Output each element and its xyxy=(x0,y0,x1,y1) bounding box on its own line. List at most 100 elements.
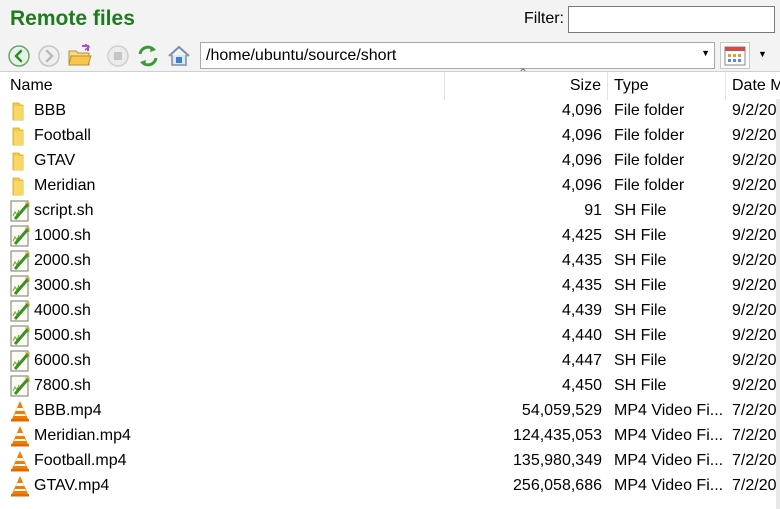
script-icon xyxy=(9,225,31,247)
file-row[interactable]: script.sh 91 SH File 9/2/20 xyxy=(0,199,780,224)
file-size: 4,096 xyxy=(561,177,602,194)
file-type: MP4 Video Fi... xyxy=(614,477,722,494)
file-type: MP4 Video Fi... xyxy=(614,427,722,444)
file-row[interactable]: GTAV 4,096 File folder 9/2/20 xyxy=(0,149,780,174)
file-type: SH File xyxy=(614,202,667,219)
file-row[interactable]: GTAV.mp4 256,058,686 MP4 Video Fi... 7/2/20 xyxy=(0,474,780,499)
file-name: Meridian xyxy=(34,177,96,194)
file-name: 6000.sh xyxy=(34,352,91,369)
refresh-icon xyxy=(138,45,158,67)
file-type: File folder xyxy=(614,177,685,194)
file-date: 9/2/20 xyxy=(732,227,776,244)
file-date: 9/2/20 xyxy=(732,177,776,194)
forward-icon xyxy=(38,45,60,67)
file-row[interactable]: Meridian.mp4 124,435,053 MP4 Video Fi... 7/… xyxy=(0,424,780,449)
file-row[interactable]: 6000.sh 4,447 SH File 9/2/20 xyxy=(0,349,780,374)
file-row[interactable]: 1000.sh 4,425 SH File 9/2/20 xyxy=(0,224,780,249)
file-size: 4,447 xyxy=(561,352,602,369)
file-type: SH File xyxy=(614,252,667,269)
file-row[interactable]: Football.mp4 135,980,349 MP4 Video Fi... 7/… xyxy=(0,449,780,474)
home-button[interactable] xyxy=(165,42,193,70)
panel-header: Remote files Filter: xyxy=(0,0,780,40)
vertical-scrollbar[interactable] xyxy=(776,99,780,509)
file-size: 124,435,053 xyxy=(513,427,602,444)
vlc-cone-icon xyxy=(9,400,31,422)
file-date: 9/2/20 xyxy=(732,302,776,319)
file-name: GTAV xyxy=(34,152,76,169)
forward-button[interactable] xyxy=(35,42,63,70)
file-type: SH File xyxy=(614,352,667,369)
folder-open-icon xyxy=(68,44,92,66)
filter-label: Filter: xyxy=(524,10,564,27)
file-size: 4,096 xyxy=(561,127,602,144)
column-size-header[interactable]: Size xyxy=(445,72,608,100)
file-size: 4,439 xyxy=(561,302,602,319)
file-row[interactable]: 7800.sh 4,450 SH File 9/2/20 xyxy=(0,374,780,399)
file-size: 4,440 xyxy=(561,327,602,344)
path-combobox[interactable]: /home/ubuntu/source/short ▼ xyxy=(200,42,715,69)
file-type: SH File xyxy=(614,277,667,294)
path-value: /home/ubuntu/source/short xyxy=(206,47,397,64)
file-row[interactable]: Football 4,096 File folder 9/2/20 xyxy=(0,124,780,149)
chevron-down-icon[interactable]: ▼ xyxy=(701,48,710,58)
stop-button[interactable] xyxy=(104,42,132,70)
file-row[interactable]: BBB 4,096 File folder 9/2/20 xyxy=(0,99,780,124)
back-icon xyxy=(8,45,30,67)
file-date: 9/2/20 xyxy=(732,127,776,144)
file-row[interactable]: BBB.mp4 54,059,529 MP4 Video Fi... 7/2/20 xyxy=(0,399,780,424)
file-date: 9/2/20 xyxy=(732,202,776,219)
file-type: MP4 Video Fi... xyxy=(614,402,722,419)
file-size: 135,980,349 xyxy=(513,452,602,469)
file-date: 9/2/20, xyxy=(732,327,776,344)
file-row[interactable]: 5000.sh 4,440 SH File 9/2/20, xyxy=(0,324,780,349)
column-date-header[interactable]: Date M xyxy=(726,72,780,100)
file-name: 2000.sh xyxy=(34,252,91,269)
vlc-cone-icon xyxy=(9,425,31,447)
file-date: 9/2/20 xyxy=(732,152,776,169)
file-date: 9/2/20 xyxy=(732,277,776,294)
file-size: 4,096 xyxy=(561,102,602,119)
script-icon xyxy=(9,275,31,297)
file-size: 4,435 xyxy=(561,252,602,269)
script-icon xyxy=(9,200,31,222)
file-list[interactable]: BBB 4,096 File folder 9/2/20 Football 4,096 Fi… xyxy=(0,99,780,499)
file-name: 3000.sh xyxy=(34,277,91,294)
folder-icon xyxy=(9,175,31,197)
file-row[interactable]: 3000.sh 4,435 SH File 9/2/20 xyxy=(0,274,780,299)
file-name: script.sh xyxy=(34,202,94,219)
file-size: 4,096 xyxy=(561,152,602,169)
folder-icon xyxy=(9,150,31,172)
file-name: BBB xyxy=(34,102,67,119)
panel-title: Remote files xyxy=(10,7,135,30)
script-icon xyxy=(9,325,31,347)
file-date: 9/2/20 xyxy=(732,102,776,119)
file-date: 7/2/20 xyxy=(732,477,776,494)
open-folder-button[interactable] xyxy=(66,42,94,70)
refresh-button[interactable] xyxy=(134,42,162,70)
file-name: BBB.mp4 xyxy=(34,402,102,419)
file-name: Meridian.mp4 xyxy=(34,427,131,444)
column-type-header[interactable]: Type xyxy=(608,72,726,100)
file-size: 91 xyxy=(584,202,602,219)
file-name: 4000.sh xyxy=(34,302,91,319)
file-row[interactable]: 4000.sh 4,439 SH File 9/2/20 xyxy=(0,299,780,324)
file-name: 7800.sh xyxy=(34,377,91,394)
folder-icon xyxy=(9,100,31,122)
script-icon xyxy=(9,375,31,397)
file-date: 7/2/20 xyxy=(732,427,776,444)
column-name-header[interactable]: Name xyxy=(0,72,445,100)
back-button[interactable] xyxy=(5,42,33,70)
file-size: 4,425 xyxy=(561,227,602,244)
view-mode-button[interactable] xyxy=(720,42,750,69)
file-type: File folder xyxy=(614,127,685,144)
file-type: MP4 Video Fi... xyxy=(614,452,722,469)
file-row[interactable]: Meridian 4,096 File folder 9/2/20 xyxy=(0,174,780,199)
file-name: GTAV.mp4 xyxy=(34,477,110,494)
file-name: 5000.sh xyxy=(34,327,91,344)
file-type: SH File xyxy=(614,327,667,344)
file-row[interactable]: 2000.sh 4,435 SH File 9/2/20 xyxy=(0,249,780,274)
view-mode-dropdown-icon[interactable]: ▼ xyxy=(758,49,767,59)
filter-input[interactable] xyxy=(568,6,775,33)
folder-icon xyxy=(9,125,31,147)
file-type: SH File xyxy=(614,227,667,244)
